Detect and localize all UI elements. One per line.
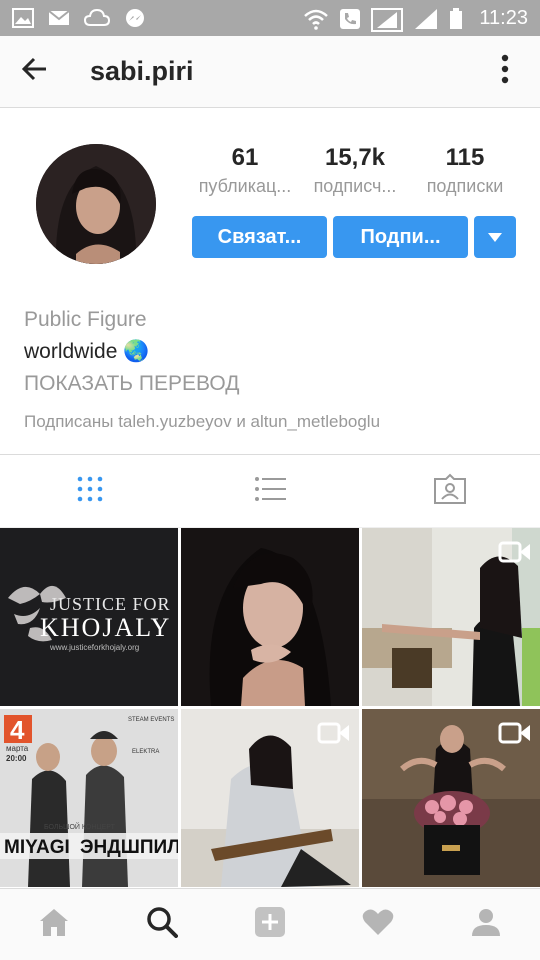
followers-label: подписч... — [313, 176, 397, 196]
tab-list[interactable] — [180, 455, 360, 527]
cloud-icon — [83, 8, 111, 28]
mail-icon — [48, 8, 70, 28]
post-thumbnail-6[interactable] — [362, 709, 540, 887]
nav-home[interactable] — [0, 889, 108, 960]
post4-artist: MIYAGI — [4, 837, 70, 858]
post-thumbnail-3[interactable] — [362, 528, 540, 706]
followers-count: 15,7k — [324, 144, 386, 171]
post-thumbnail-1[interactable]: JUSTICE FOR KHOJALY www.justiceforkhojal… — [0, 528, 178, 706]
post-thumbnail-2[interactable] — [181, 528, 359, 706]
post4-time: 20:00 — [6, 754, 27, 763]
post1-url: www.justiceforkhojaly.org — [49, 643, 139, 652]
top-app-bar: sabi.piri — [0, 36, 540, 108]
signal-1-icon — [371, 8, 404, 32]
messenger-icon — [124, 8, 146, 28]
following-label: подписки — [426, 176, 504, 196]
post-thumbnail-5[interactable] — [181, 709, 359, 887]
nav-new-post[interactable] — [216, 889, 324, 960]
post4-tag: БОЛЬШОЙ КОНЦЕРТ — [44, 822, 116, 831]
arrow-left-icon — [21, 56, 48, 87]
post1-line1: JUSTICE FOR — [50, 594, 171, 614]
call-icon — [339, 8, 361, 29]
bio-text: worldwide 🌏 — [24, 340, 150, 363]
followed-by-text[interactable]: Подписаны taleh.yuzbeyov и altun_metlebo… — [24, 408, 524, 436]
posts-count: 61 — [231, 144, 259, 171]
profile-header: 61 публикац... 15,7k подписч... 115 подп… — [0, 108, 540, 454]
video-camera-icon — [498, 540, 532, 569]
contact-button[interactable]: Связат... — [192, 216, 327, 258]
search-icon — [146, 906, 178, 943]
triangle-down-icon — [488, 226, 502, 249]
more-vertical-icon — [501, 54, 509, 89]
user-icon — [471, 907, 501, 942]
video-camera-icon — [317, 721, 351, 750]
list-icon — [254, 475, 286, 508]
add-post-icon — [254, 906, 286, 943]
post4-date: 4 — [10, 715, 25, 745]
options-button[interactable] — [470, 36, 540, 108]
tagged-user-icon — [433, 473, 467, 510]
bio-category: Public Figure — [24, 308, 147, 331]
status-bar: 11:23 — [0, 0, 540, 36]
post4-artist2: ЭНДШПИЛЬ — [80, 837, 178, 858]
stat-following[interactable]: 115 подписки — [410, 144, 520, 197]
nav-activity[interactable] — [324, 889, 432, 960]
signal-2-icon — [413, 8, 439, 29]
battery-icon — [449, 8, 463, 29]
avatar[interactable] — [36, 144, 156, 264]
stat-followers[interactable]: 15,7k подписч... — [300, 144, 410, 197]
show-translation-link[interactable]: ПОКАЗАТЬ ПЕРЕВОД — [24, 368, 524, 400]
bio-section: Public Figure worldwide 🌏 ПОКАЗАТЬ ПЕРЕВ… — [24, 304, 524, 436]
wifi-icon — [303, 8, 329, 30]
grid-icon — [76, 475, 104, 508]
profile-tabs — [0, 454, 540, 528]
profile-actions: Связат... Подпи... — [192, 216, 516, 258]
stat-posts[interactable]: 61 публикац... — [190, 144, 300, 197]
gallery-icon — [12, 8, 34, 28]
profile-username: sabi.piri — [90, 56, 194, 86]
profile-stats: 61 публикац... 15,7k подписч... 115 подп… — [190, 144, 520, 197]
video-camera-icon — [498, 721, 532, 750]
nav-search[interactable] — [108, 889, 216, 960]
tab-tagged[interactable] — [360, 455, 540, 527]
post4-month: марта — [6, 744, 29, 753]
back-button[interactable] — [0, 36, 70, 108]
heart-icon — [362, 908, 394, 941]
nav-profile[interactable] — [432, 889, 540, 960]
following-count: 115 — [445, 144, 485, 171]
suggestions-button[interactable] — [474, 216, 516, 258]
post4-venue: ELEKTRA — [132, 749, 159, 755]
status-time: 11:23 — [479, 6, 528, 29]
post4-sponsor: STEAM EVENTS — [128, 717, 174, 723]
home-icon — [38, 907, 70, 942]
follow-button[interactable]: Подпи... — [333, 216, 468, 258]
tab-grid[interactable] — [0, 455, 180, 527]
bottom-navigation — [0, 888, 540, 960]
post-thumbnail-4[interactable]: 4 марта 20:00 STEAM EVENTS ELEKTRA БОЛЬШ… — [0, 709, 178, 887]
posts-grid: JUSTICE FOR KHOJALY www.justiceforkhojal… — [0, 528, 540, 888]
post1-line2: KHOJALY — [40, 613, 171, 642]
posts-label: публикац... — [198, 176, 292, 196]
